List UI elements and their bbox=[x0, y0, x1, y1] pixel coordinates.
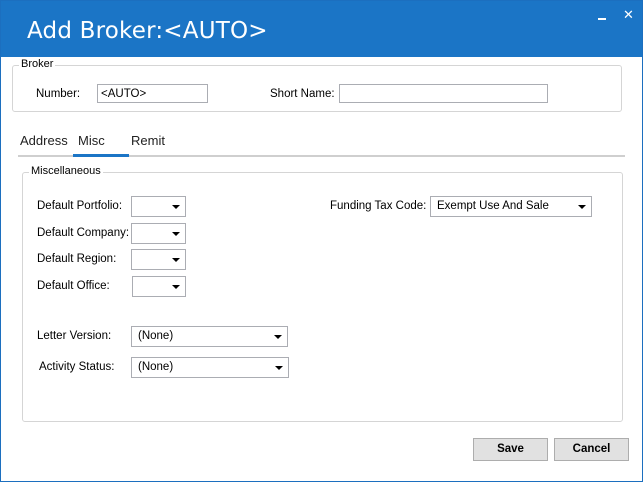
activity-status-label: Activity Status: bbox=[39, 361, 115, 373]
default-portfolio-label: Default Portfolio: bbox=[37, 200, 123, 212]
default-company-label: Default Company: bbox=[37, 227, 130, 239]
chevron-down-icon bbox=[172, 232, 180, 236]
save-button[interactable]: Save bbox=[473, 438, 548, 461]
default-office-label: Default Office: bbox=[37, 280, 110, 292]
chevron-down-icon bbox=[274, 335, 282, 339]
number-field[interactable]: <AUTO> bbox=[97, 84, 208, 103]
tab-remit[interactable]: Remit bbox=[131, 133, 165, 148]
activity-status-value: (None) bbox=[138, 361, 174, 373]
tab-misc[interactable]: Misc bbox=[78, 133, 105, 148]
short-name-label: Short Name: bbox=[270, 88, 335, 100]
letter-version-value: (None) bbox=[138, 330, 174, 342]
chevron-down-icon bbox=[172, 285, 180, 289]
funding-tax-code-select[interactable]: Exempt Use And Sale bbox=[430, 196, 592, 217]
title-bar: Add Broker:<AUTO> ✕ bbox=[1, 1, 642, 57]
number-label: Number: bbox=[36, 88, 81, 100]
chevron-down-icon bbox=[578, 205, 586, 209]
window-title: Add Broker:<AUTO> bbox=[27, 18, 268, 44]
close-icon[interactable]: ✕ bbox=[623, 9, 639, 25]
default-region-label: Default Region: bbox=[37, 253, 117, 265]
activity-status-select[interactable]: (None) bbox=[131, 357, 289, 378]
broker-group-label: Broker bbox=[19, 58, 56, 70]
letter-version-select[interactable]: (None) bbox=[131, 326, 288, 347]
default-company-select[interactable] bbox=[131, 223, 186, 244]
letter-version-label: Letter Version: bbox=[37, 330, 112, 342]
minimize-icon[interactable] bbox=[595, 7, 611, 23]
chevron-down-icon bbox=[172, 258, 180, 262]
tab-address[interactable]: Address bbox=[20, 133, 68, 148]
chevron-down-icon bbox=[275, 366, 283, 370]
chevron-down-icon bbox=[172, 205, 180, 209]
default-portfolio-select[interactable] bbox=[131, 196, 186, 217]
default-region-select[interactable] bbox=[131, 249, 186, 270]
active-tab-indicator bbox=[73, 154, 129, 157]
miscellaneous-group-label: Miscellaneous bbox=[29, 165, 103, 177]
default-office-select[interactable] bbox=[132, 276, 186, 297]
funding-tax-code-value: Exempt Use And Sale bbox=[437, 200, 549, 212]
short-name-field[interactable] bbox=[339, 84, 548, 103]
funding-tax-code-label: Funding Tax Code: bbox=[330, 200, 427, 212]
cancel-button[interactable]: Cancel bbox=[554, 438, 629, 461]
